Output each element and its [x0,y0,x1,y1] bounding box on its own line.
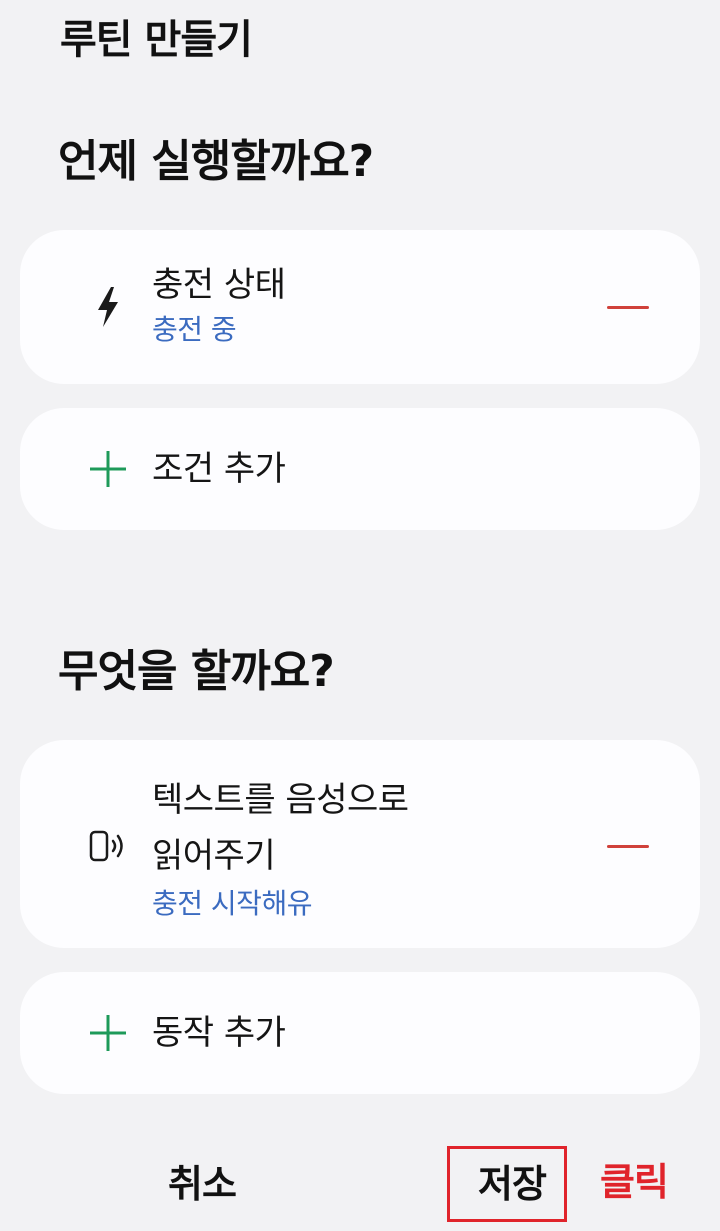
actions-section-title: 무엇을 할까요? [58,646,335,697]
add-action-label: 동작 추가 [152,1013,286,1053]
condition-value: 충전 중 [152,313,237,346]
add-condition-label: 조건 추가 [152,449,286,489]
action-label-line1: 텍스트를 음성으로 [152,780,409,820]
add-condition-card[interactable]: 조건 추가 [20,408,700,530]
minus-icon [607,844,649,848]
plus-icon [84,1009,132,1057]
conditions-section-title: 언제 실행할까요? [58,136,374,187]
action-card-text-to-speech[interactable]: 텍스트를 음성으로 읽어주기 충전 시작해유 [20,740,700,948]
click-annotation: 클릭 [600,1160,669,1204]
action-label-line2: 읽어주기 [152,836,276,876]
lightning-icon [84,283,132,331]
cancel-button[interactable]: 취소 [168,1156,237,1212]
minus-icon [607,305,649,309]
remove-condition-button[interactable] [600,287,656,327]
save-button-highlight [447,1146,567,1222]
condition-card-charging-state[interactable]: 충전 상태 충전 중 [20,230,700,384]
condition-label: 충전 상태 [152,265,286,305]
add-action-card[interactable]: 동작 추가 [20,972,700,1094]
plus-icon [84,445,132,493]
page-title: 루틴 만들기 [60,17,253,63]
action-value: 충전 시작해유 [152,887,312,920]
remove-action-button[interactable] [600,826,656,866]
speaker-sound-icon [84,822,132,870]
